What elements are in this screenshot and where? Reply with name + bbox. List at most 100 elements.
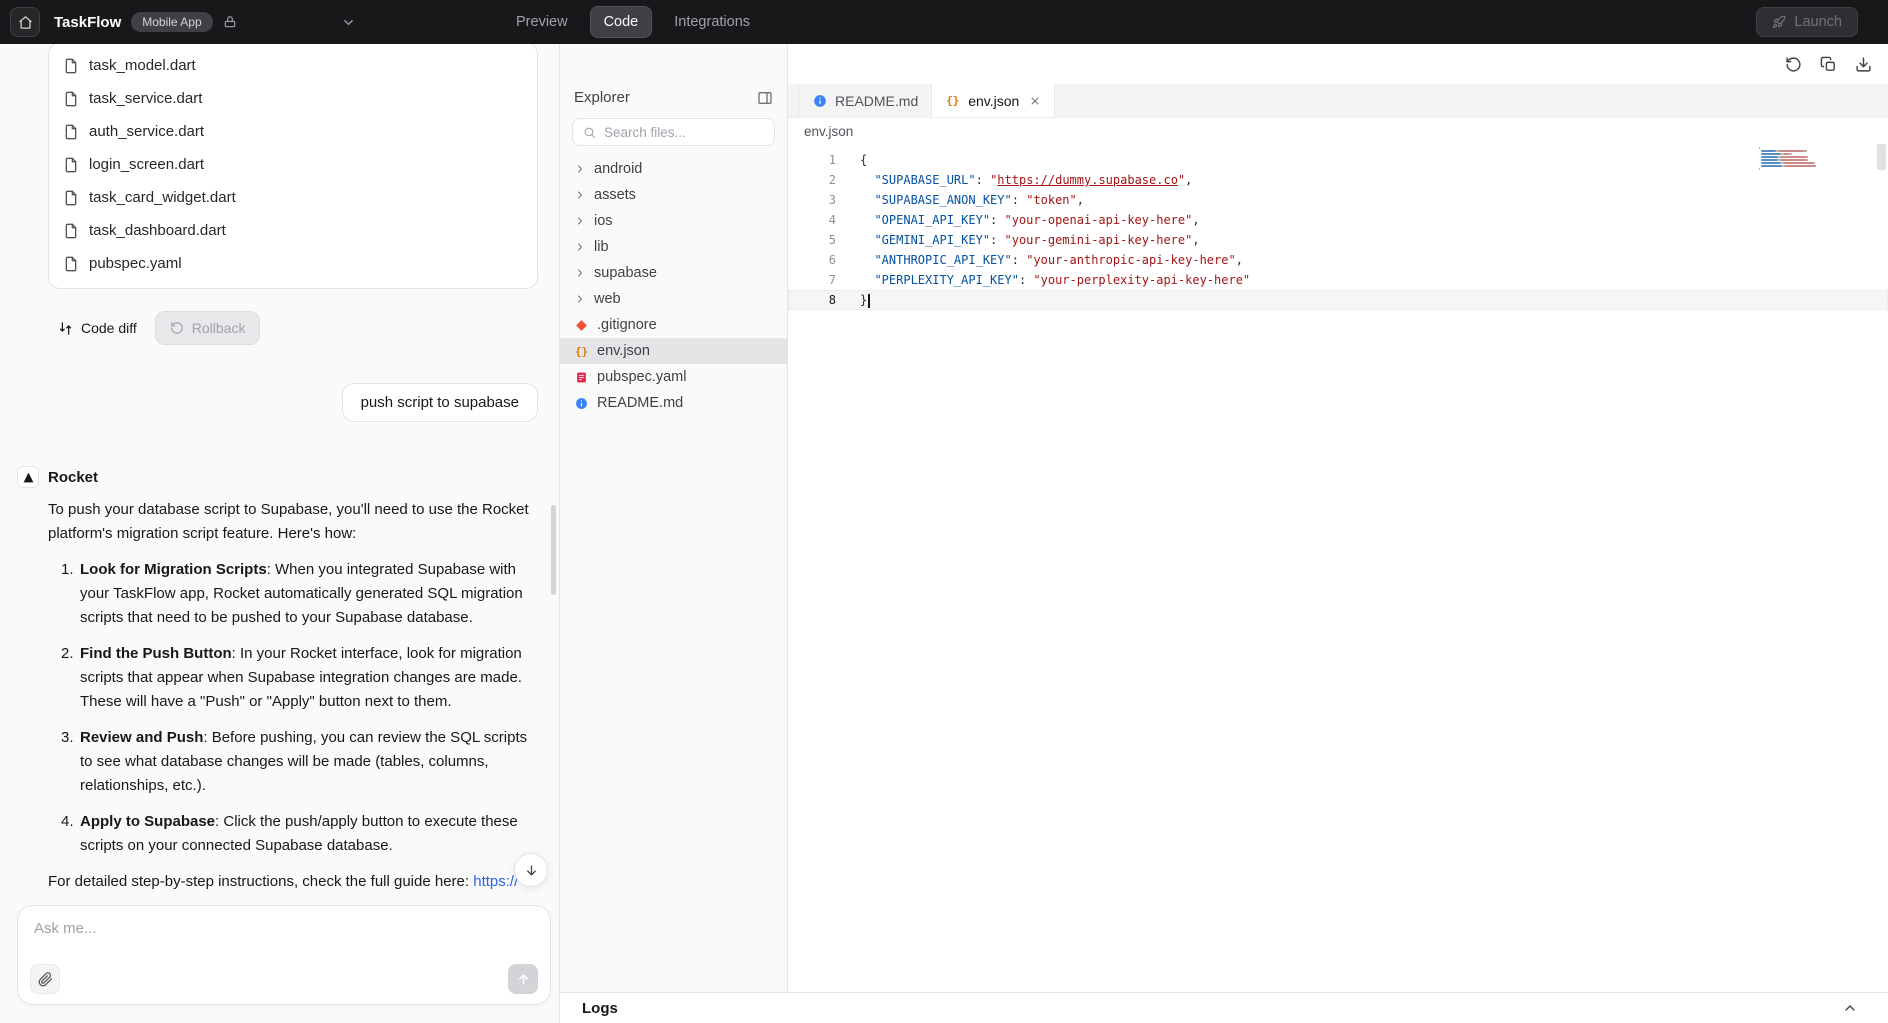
file-pubspec.yaml[interactable]: pubspec.yaml xyxy=(560,364,787,390)
generated-file-item[interactable]: task_service.dart xyxy=(49,82,537,115)
folder-name: android xyxy=(594,161,642,177)
folder-supabase[interactable]: supabase xyxy=(560,260,787,286)
paperclip-icon xyxy=(38,972,53,987)
chat-scroll-area[interactable]: task_model.darttask_service.dart auth_ser… xyxy=(0,44,559,1023)
search-icon xyxy=(583,126,596,139)
rollback-button[interactable]: Rollback xyxy=(155,311,261,345)
editor-tabs: README.md{}env.json xyxy=(788,84,1888,118)
home-icon xyxy=(18,15,33,30)
guide-link[interactable]: https:// xyxy=(473,873,518,890)
generated-file-item[interactable]: auth_service.dart xyxy=(49,115,537,148)
generated-file-item[interactable]: login_screen.dart xyxy=(49,148,537,181)
file-name: pubspec.yaml xyxy=(597,369,686,385)
code-diff-button[interactable]: Code diff xyxy=(50,312,145,344)
editor-scrollbar[interactable] xyxy=(1877,144,1886,170)
folder-lib[interactable]: lib xyxy=(560,234,787,260)
code-line-1[interactable]: 1{ xyxy=(788,150,1888,170)
code-line-4[interactable]: 4 "OPENAI_API_KEY": "your-openai-api-key… xyxy=(788,210,1888,230)
file-README.md[interactable]: README.md xyxy=(560,390,787,416)
chevron-down-icon[interactable] xyxy=(341,15,356,30)
rotate-ccw-icon xyxy=(170,321,184,335)
code-line-5[interactable]: 5 "GEMINI_API_KEY": "your-gemini-api-key… xyxy=(788,230,1888,250)
workspace-row: Explorer androidassetsioslibsu xyxy=(560,44,1888,992)
chat-input[interactable] xyxy=(18,906,550,964)
rollback-label: Rollback xyxy=(192,320,246,336)
launch-label: Launch xyxy=(1794,14,1842,30)
assistant-step: 3.Review and Push: Before pushing, you c… xyxy=(48,726,538,798)
code-line-8[interactable]: 8} xyxy=(788,290,1888,310)
launch-button[interactable]: Launch xyxy=(1756,7,1858,37)
editor-tab-env.json[interactable]: {}env.json xyxy=(932,84,1055,117)
folder-android[interactable]: android xyxy=(560,156,787,182)
code-area[interactable]: 1{2 "SUPABASE_URL": "https://dummy.supab… xyxy=(788,144,1888,992)
download-button[interactable] xyxy=(1855,56,1872,73)
generated-files-card: task_model.darttask_service.dart auth_ser… xyxy=(48,44,538,289)
file-.gitignore[interactable]: .gitignore xyxy=(560,312,787,338)
history-icon xyxy=(1785,56,1802,73)
attach-button[interactable] xyxy=(30,964,60,994)
history-button[interactable] xyxy=(1785,56,1802,73)
generated-file-item[interactable]: task_model.dart xyxy=(49,49,537,82)
generated-file-item[interactable]: task_card_widget.dart xyxy=(49,181,537,214)
code-line-6[interactable]: 6 "ANTHROPIC_API_KEY": "your-anthropic-a… xyxy=(788,250,1888,270)
tab-preview[interactable]: Preview xyxy=(502,6,582,38)
code-line-7[interactable]: 7 "PERPLEXITY_API_KEY": "your-perplexity… xyxy=(788,270,1888,290)
rocket-logo-icon xyxy=(17,466,39,488)
text-cursor xyxy=(868,294,870,308)
file-name: .gitignore xyxy=(597,317,657,333)
explorer-title: Explorer xyxy=(574,89,630,106)
assistant-intro: To push your database script to Supabase… xyxy=(48,498,538,546)
expand-logs-button[interactable] xyxy=(1842,1000,1858,1016)
chat-panel: task_model.darttask_service.dart auth_ser… xyxy=(0,44,560,1023)
copy-button[interactable] xyxy=(1820,56,1837,73)
close-icon[interactable] xyxy=(1029,95,1041,107)
logs-bar[interactable]: Logs xyxy=(560,992,1888,1023)
topbar: TaskFlow Mobile App PreviewCodeIntegrati… xyxy=(0,0,1888,44)
send-button[interactable] xyxy=(508,964,538,994)
chat-scrollbar[interactable] xyxy=(551,505,556,595)
tab-integrations[interactable]: Integrations xyxy=(660,6,764,38)
folder-name: web xyxy=(594,291,621,307)
editor-tab-README.md[interactable]: README.md xyxy=(798,84,932,117)
code-editor: README.md{}env.json env.json 1{2 "SUPABA… xyxy=(788,44,1888,992)
file-name: env.json xyxy=(597,343,650,359)
file-icon xyxy=(63,256,79,272)
code-line-3[interactable]: 3 "SUPABASE_ANON_KEY": "token", xyxy=(788,190,1888,210)
project-name: TaskFlow xyxy=(54,14,121,31)
app-window: TaskFlow Mobile App PreviewCodeIntegrati… xyxy=(0,0,1888,1023)
file-search-input[interactable] xyxy=(604,125,764,140)
file-icon xyxy=(63,190,79,206)
file-icon xyxy=(63,58,79,74)
logs-label: Logs xyxy=(582,1000,618,1017)
info-file-icon xyxy=(812,94,827,108)
generated-file-item[interactable]: pubspec.yaml xyxy=(49,247,537,280)
file-name: task_dashboard.dart xyxy=(89,222,226,239)
home-button[interactable] xyxy=(10,7,40,37)
folder-name: supabase xyxy=(594,265,657,281)
lock-icon xyxy=(223,15,237,29)
info-file-icon xyxy=(574,397,589,410)
file-icon xyxy=(63,223,79,239)
assistant-step: 1.Look for Migration Scripts: When you i… xyxy=(48,558,538,630)
tab-code[interactable]: Code xyxy=(590,6,653,38)
explorer-header: Explorer xyxy=(560,89,787,106)
scroll-to-bottom-button[interactable] xyxy=(514,853,548,887)
chevron-right-icon xyxy=(574,163,586,175)
file-name: auth_service.dart xyxy=(89,123,204,140)
yaml-file-icon xyxy=(574,371,589,384)
folder-web[interactable]: web xyxy=(560,286,787,312)
project-switcher[interactable]: TaskFlow Mobile App xyxy=(54,12,237,32)
file-name: pubspec.yaml xyxy=(89,255,182,272)
collapse-panel-button[interactable] xyxy=(757,90,773,106)
folder-ios[interactable]: ios xyxy=(560,208,787,234)
file-icon xyxy=(63,124,79,140)
folder-assets[interactable]: assets xyxy=(560,182,787,208)
file-env.json[interactable]: {} env.json xyxy=(560,338,787,364)
outro-text: For detailed step-by-step instructions, … xyxy=(48,873,473,890)
code-line-2[interactable]: 2 "SUPABASE_URL": "https://dummy.supabas… xyxy=(788,170,1888,190)
minimap[interactable] xyxy=(1759,146,1821,170)
braces-file-icon: {} xyxy=(574,345,589,358)
code-lines: 1{2 "SUPABASE_URL": "https://dummy.supab… xyxy=(788,150,1888,310)
workspace: Explorer androidassetsioslibsu xyxy=(560,44,1888,1023)
generated-file-item[interactable]: task_dashboard.dart xyxy=(49,214,537,247)
